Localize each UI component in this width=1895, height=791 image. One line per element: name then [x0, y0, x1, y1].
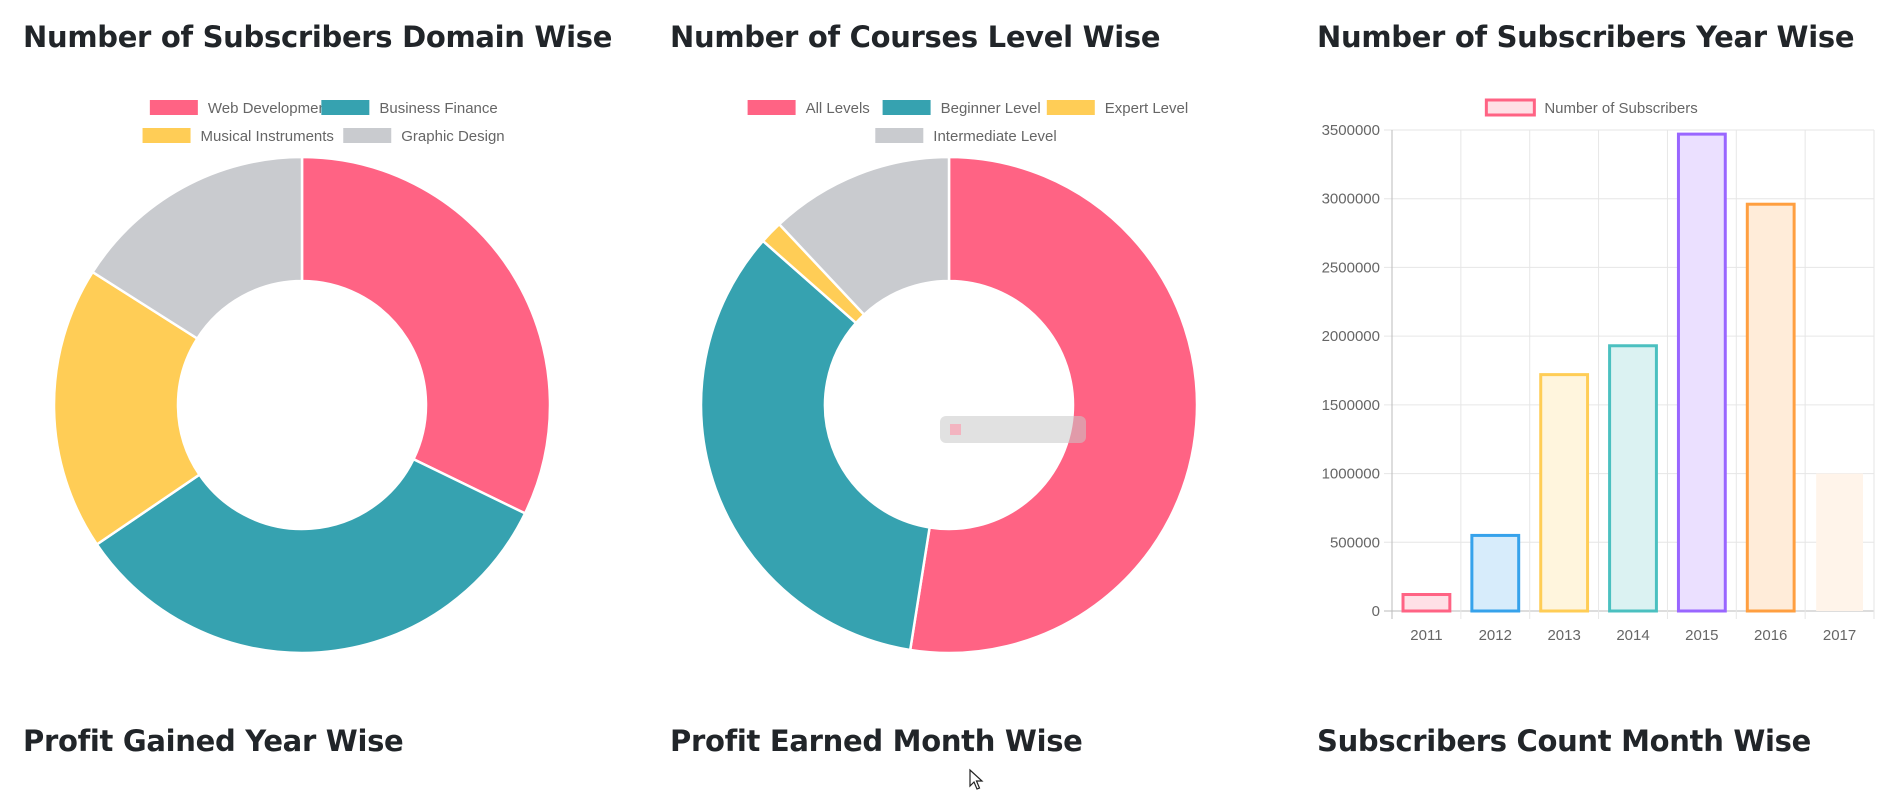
- y-tick-label: 1500000: [1322, 397, 1380, 414]
- mouse-cursor-icon: [969, 768, 984, 790]
- legend-label-number-of-subscribers: Number of Subscribers: [1544, 100, 1697, 117]
- y-tick-label: 0: [1372, 603, 1380, 620]
- legend-label-business-finance: Business Finance: [379, 100, 497, 117]
- legend-label-all-levels: All Levels: [806, 100, 870, 117]
- legend-swatch-expert-level: [1046, 100, 1095, 115]
- doughnut-slice-all-levels: [908, 155, 1199, 655]
- x-tick-label: 2014: [1616, 627, 1649, 644]
- y-tick-label: 3000000: [1322, 191, 1380, 208]
- legend-swatch-musical-instruments: [142, 128, 191, 143]
- x-tick-label: 2011: [1410, 627, 1442, 644]
- tooltip-color-swatch: [950, 424, 961, 435]
- bar-2012: [1470, 533, 1521, 613]
- legend-swatch-intermediate-level: [875, 128, 924, 143]
- doughnut-slice-web-development: [300, 155, 552, 516]
- doughnut-slice-beginner-level: [699, 239, 932, 652]
- x-tick-label: 2016: [1754, 627, 1787, 644]
- y-tick-label: 3500000: [1322, 122, 1380, 139]
- legend-swatch-number-of-subscribers: [1484, 98, 1536, 117]
- panel-title-subscribers-month: Subscribers Count Month Wise: [1317, 724, 1812, 758]
- bar-2013: [1539, 373, 1590, 613]
- x-tick-label: 2012: [1479, 627, 1512, 644]
- panel-title: Number of Subscribers Domain Wise: [23, 20, 613, 54]
- legend-swatch-web-development: [149, 100, 198, 115]
- y-tick-label: 1000000: [1322, 466, 1380, 483]
- level-doughnut-chart: All Levels Beginner Level Expert Level Inte…: [699, 100, 1199, 655]
- bar-2015: [1676, 132, 1727, 613]
- bar-2016: [1745, 202, 1796, 613]
- panel-title-profit-year: Profit Gained Year Wise: [23, 724, 404, 758]
- legend-label-web-development: Web Development: [208, 100, 332, 117]
- domain-doughnut-chart: Web Development Business Finance Musical I…: [52, 100, 552, 655]
- legend-swatch-business-finance: [321, 100, 370, 115]
- panel-title-profit-month: Profit Earned Month Wise: [670, 724, 1083, 758]
- legend-label-beginner-level: Beginner Level: [941, 100, 1041, 117]
- x-tick-label: 2015: [1685, 627, 1718, 644]
- panel-title: Number of Subscribers Year Wise: [1317, 20, 1855, 54]
- x-tick-label: 2017: [1823, 627, 1856, 644]
- y-tick-label: 2500000: [1322, 259, 1380, 276]
- legend-label-musical-instruments: Musical Instruments: [201, 128, 334, 145]
- legend-label-expert-level: Expert Level: [1105, 100, 1188, 117]
- y-tick-label: 500000: [1330, 534, 1380, 551]
- chart-tooltip: [940, 416, 1086, 443]
- legend-swatch-all-levels: [747, 100, 796, 115]
- bar-2017: [1816, 473, 1863, 611]
- bar-2011: [1401, 593, 1452, 613]
- bar-2014: [1608, 344, 1658, 613]
- legend-swatch-beginner-level: [882, 100, 931, 115]
- x-tick-label: 2013: [1547, 627, 1580, 644]
- panel-title: Number of Courses Level Wise: [670, 20, 1161, 54]
- year-bar-chart: Number of Subscribers 0 500000 1000000 15000…: [1322, 98, 1875, 644]
- legend-label-intermediate-level: Intermediate Level: [933, 128, 1056, 145]
- legend-swatch-graphic-design: [343, 128, 392, 143]
- legend-label-graphic-design: Graphic Design: [401, 128, 504, 145]
- y-tick-label: 2000000: [1322, 328, 1380, 345]
